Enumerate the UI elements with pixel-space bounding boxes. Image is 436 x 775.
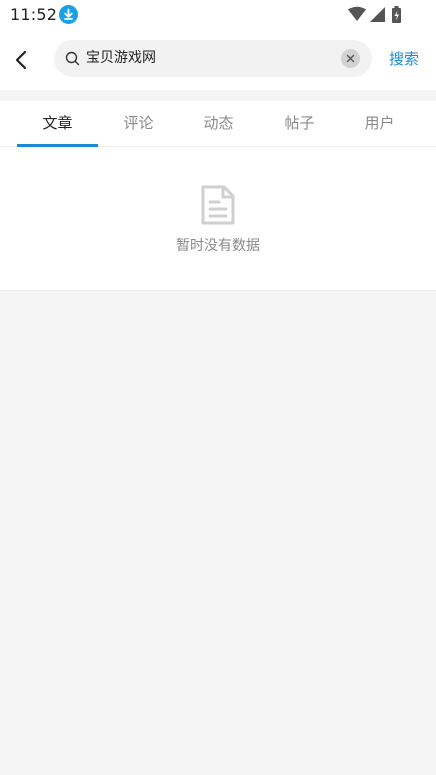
tab-articles[interactable]: 文章 <box>17 101 98 147</box>
signal-icon <box>370 7 385 22</box>
tab-users[interactable]: 用户 <box>339 101 420 147</box>
document-icon <box>201 185 235 225</box>
search-box[interactable]: 宝贝游戏网 <box>54 40 372 77</box>
search-button[interactable]: 搜索 <box>389 47 419 71</box>
download-icon <box>59 5 78 24</box>
back-button[interactable] <box>8 46 36 74</box>
search-icon <box>65 51 80 66</box>
status-icons <box>348 6 406 24</box>
results-panel: 暂时没有数据 <box>0 147 436 291</box>
tab-moments[interactable]: 动态 <box>178 101 259 147</box>
status-time: 11:52 <box>10 5 58 24</box>
back-icon <box>15 50 27 70</box>
battery-charging-icon <box>392 6 401 23</box>
tab-posts[interactable]: 帖子 <box>259 101 340 147</box>
tab-bar: 文章 评论 动态 帖子 用户 <box>0 101 436 147</box>
empty-state-message: 暂时没有数据 <box>176 238 260 254</box>
clear-button[interactable] <box>341 49 360 68</box>
tab-comments[interactable]: 评论 <box>98 101 179 147</box>
status-bar: 11:52 <box>0 0 436 30</box>
search-header: 宝贝游戏网 搜索 <box>0 30 436 90</box>
search-input[interactable]: 宝贝游戏网 <box>86 40 156 77</box>
clear-icon <box>346 54 355 63</box>
wifi-icon <box>348 6 366 21</box>
